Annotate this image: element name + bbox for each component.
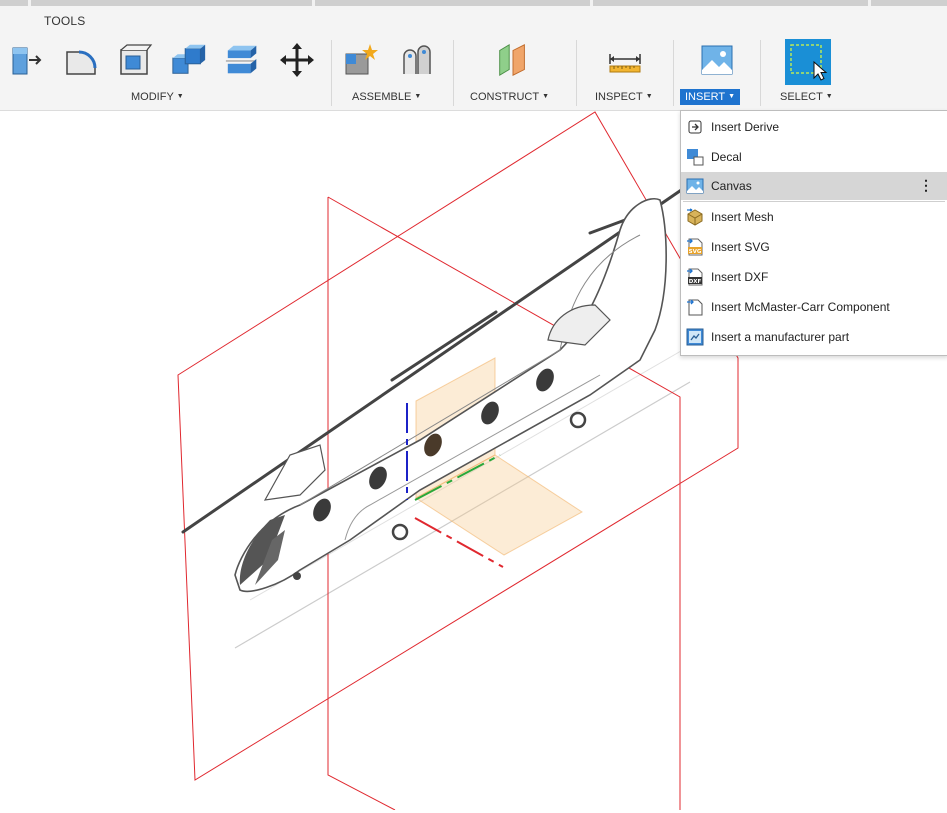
group-divider — [576, 40, 577, 106]
modify-menu-button[interactable]: MODIFY ▼ — [131, 91, 184, 103]
joint-icon[interactable] — [398, 40, 436, 80]
menu-item-label: Insert McMaster-Carr Component — [711, 300, 890, 314]
insert-mesh-icon — [686, 208, 704, 226]
menu-item-insert-dxf[interactable]: DXF Insert DXF — [681, 263, 947, 291]
insert-derive-icon — [686, 118, 704, 136]
menu-item-label: Insert SVG — [711, 240, 770, 254]
group-divider — [760, 40, 761, 106]
menu-item-insert-derive[interactable]: Insert Derive — [681, 113, 947, 141]
menu-item-label: Insert Derive — [711, 120, 780, 134]
menu-item-insert-mesh[interactable]: Insert Mesh — [681, 203, 947, 231]
canvas-image-icon[interactable] — [698, 40, 736, 80]
new-component-icon[interactable] — [342, 40, 380, 80]
inspect-menu-button[interactable]: INSPECT ▼ — [595, 91, 653, 103]
caret-down-icon: ▼ — [645, 92, 653, 100]
caret-down-icon: ▼ — [825, 92, 833, 100]
toolbar-section-title: TOOLS — [44, 14, 86, 28]
svg-text:SVG: SVG — [689, 249, 702, 255]
caret-down-icon: ▼ — [176, 92, 184, 100]
menu-item-label: Insert a manufacturer part — [711, 330, 850, 344]
manufacturer-part-icon — [686, 328, 704, 346]
toolbar: TOOLS MODIFY ▼ ASSEMBLE ▼ CONSTRUCT ▼ IN… — [0, 6, 947, 111]
fillet-icon[interactable] — [62, 40, 100, 80]
measure-icon[interactable] — [606, 40, 644, 80]
select-menu-button[interactable]: SELECT ▼ — [780, 91, 833, 103]
caret-down-icon: ▼ — [542, 92, 549, 100]
inspect-label: INSPECT — [595, 91, 643, 103]
group-divider — [673, 40, 674, 106]
menu-item-decal[interactable]: Decal — [681, 143, 947, 171]
insert-menu-button[interactable]: INSERT ▼ — [680, 89, 741, 105]
insert-dxf-icon: DXF — [686, 268, 704, 286]
press-pull-icon[interactable] — [8, 40, 46, 80]
insert-dropdown-menu: Insert Derive Decal Canvas ⋮ Insert Mesh… — [680, 110, 947, 356]
menu-item-insert-mcmaster[interactable]: Insert McMaster-Carr Component — [681, 293, 947, 321]
shell-icon[interactable] — [116, 40, 154, 80]
select-label: SELECT — [780, 91, 823, 103]
group-divider — [453, 40, 454, 106]
insert-label: INSERT — [685, 91, 726, 103]
combine-icon[interactable] — [170, 40, 208, 80]
menu-item-insert-svg[interactable]: SVG Insert SVG — [681, 233, 947, 261]
landing-wheel — [391, 523, 409, 541]
modify-label: MODIFY — [131, 91, 174, 103]
canvas-icon — [686, 177, 704, 195]
caret-down-icon: ▼ — [414, 92, 422, 100]
menu-item-manufacturer-part[interactable]: Insert a manufacturer part — [681, 323, 947, 351]
split-body-icon[interactable] — [224, 40, 262, 80]
decal-icon — [686, 148, 704, 166]
assemble-menu-button[interactable]: ASSEMBLE ▼ — [352, 91, 421, 103]
insert-svg-icon: SVG — [686, 238, 704, 256]
menu-item-label: Decal — [711, 150, 742, 164]
caret-down-icon: ▼ — [728, 92, 736, 100]
construct-label: CONSTRUCT — [470, 91, 540, 103]
more-options-icon[interactable]: ⋮ — [919, 178, 933, 192]
front-rotor-hub — [263, 444, 326, 501]
group-divider — [331, 40, 332, 106]
mcmaster-icon — [686, 298, 704, 316]
construct-menu-button[interactable]: CONSTRUCT ▼ — [470, 91, 549, 103]
assemble-label: ASSEMBLE — [352, 91, 412, 103]
menu-separator — [683, 201, 945, 202]
landing-wheel — [569, 411, 587, 429]
svg-text:DXF: DXF — [689, 279, 702, 285]
menu-item-canvas[interactable]: Canvas ⋮ — [681, 172, 947, 200]
landing-wheel — [293, 572, 301, 580]
menu-item-label: Insert DXF — [711, 270, 769, 284]
move-icon[interactable] — [278, 40, 316, 80]
offset-plane-icon[interactable] — [494, 40, 532, 80]
menu-item-label: Insert Mesh — [711, 210, 774, 224]
menu-item-label: Canvas — [711, 179, 752, 193]
window-select-icon[interactable] — [783, 38, 833, 86]
